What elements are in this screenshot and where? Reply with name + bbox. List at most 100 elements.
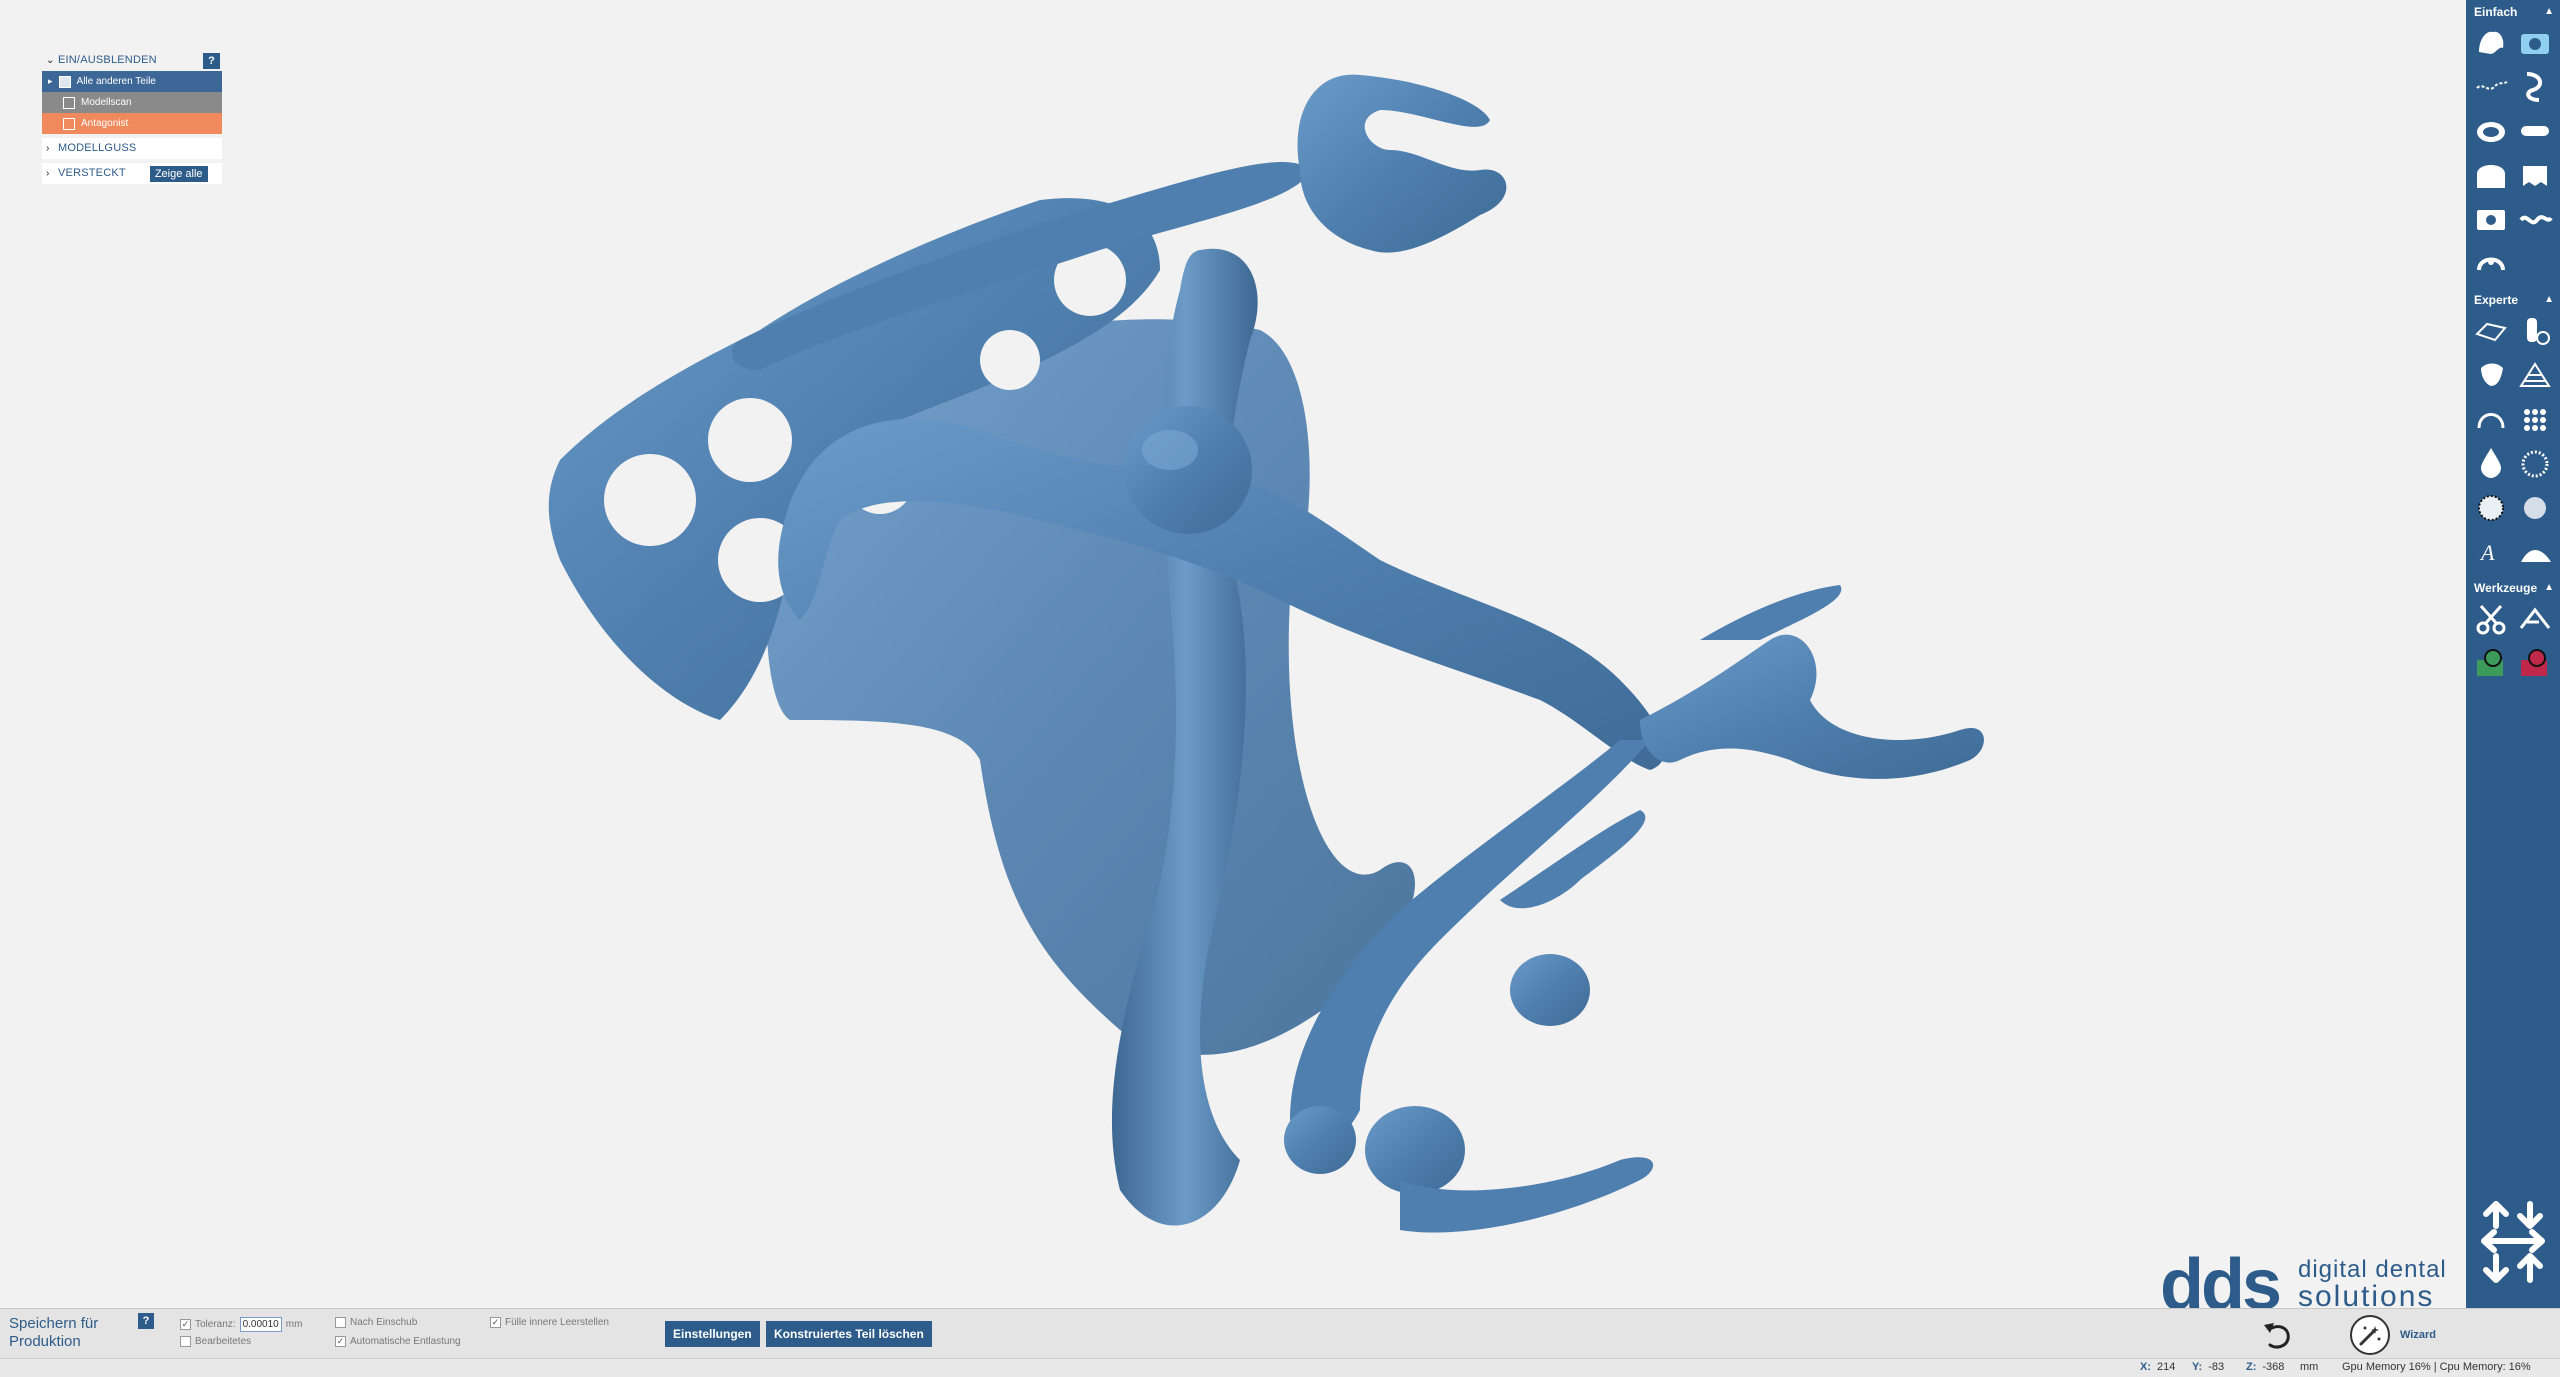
automatische-entlastung-checkbox[interactable]: ✓: [335, 1336, 346, 1347]
visibility-checkbox[interactable]: [63, 96, 75, 109]
coord-z-value: -368: [2262, 1361, 2285, 1373]
coord-x: X: 214: [2140, 1361, 2175, 1373]
panel-section-modellguss[interactable]: › MODELLGUSS: [42, 138, 222, 159]
automatische-entlastung-option[interactable]: ✓ Automatische Entlastung: [335, 1336, 461, 1347]
bottle-add-icon[interactable]: [2516, 312, 2554, 348]
arch-icon[interactable]: [2472, 156, 2510, 192]
camera-icon[interactable]: [2516, 24, 2554, 60]
wave-surface-icon[interactable]: [2516, 532, 2554, 568]
right-toolbar: Einfach ▲ Experte ▲ A Werkzeuge ▲: [2466, 0, 2560, 1308]
collapse-icon[interactable]: ▲: [2544, 576, 2554, 600]
toolbar-row: A: [2466, 532, 2560, 568]
coord-y-value: -83: [2208, 1361, 2225, 1373]
scan-icon[interactable]: [2472, 200, 2510, 236]
collapse-icon[interactable]: ▲: [2544, 288, 2554, 312]
toolbar-row: [2466, 644, 2560, 680]
toolbar-row: [2466, 68, 2560, 104]
visibility-checkbox[interactable]: [58, 75, 71, 88]
toolbar-row: [2466, 400, 2560, 436]
coord-z: Z: -368: [2246, 1361, 2284, 1373]
list-item-modellscan[interactable]: Modellscan: [42, 92, 222, 113]
chevron-right-icon: ›: [46, 143, 50, 154]
fuelle-option[interactable]: ✓ Fülle innere Leerstellen: [490, 1317, 609, 1328]
list-item-label: Antagonist: [81, 118, 129, 129]
teeth-icon[interactable]: [2516, 156, 2554, 192]
bearbeitetes-option[interactable]: Bearbeitetes: [180, 1336, 251, 1347]
panel-section-versteckt[interactable]: › VERSTECKT Zeige alle: [42, 163, 222, 184]
wave-icon[interactable]: [2516, 200, 2554, 236]
wizard-button[interactable]: Wizard: [2350, 1315, 2436, 1355]
nach-einschub-option[interactable]: Nach Einschub: [335, 1317, 417, 1328]
list-item-alle-anderen-teile[interactable]: ▸ Alle anderen Teile: [42, 71, 222, 92]
coord-x-value: 214: [2157, 1361, 2176, 1373]
dotted-sphere-icon[interactable]: [2472, 488, 2510, 524]
mesh-icon[interactable]: [2516, 356, 2554, 392]
toleranz-option[interactable]: ✓ Toleranz: 0.00010 mm: [180, 1317, 302, 1332]
panel-header-ein-ausblenden[interactable]: ⌄ EIN/AUSBLENDEN ?: [42, 50, 222, 71]
sphere-icon[interactable]: [2516, 488, 2554, 524]
jaw-icon[interactable]: [2472, 244, 2510, 280]
expand-arrow-icon[interactable]: ▸: [48, 71, 53, 92]
bearbeitetes-checkbox[interactable]: [180, 1336, 191, 1347]
collapse-icon[interactable]: ▲: [2544, 0, 2554, 24]
text-icon[interactable]: A: [2472, 532, 2510, 568]
toleranz-input[interactable]: 0.00010: [239, 1317, 282, 1332]
move-arrows-icon[interactable]: [2466, 1194, 2560, 1288]
coord-unit: mm: [2300, 1361, 2319, 1373]
toolbar-row: [2466, 600, 2560, 636]
section-label: Einfach: [2474, 5, 2518, 19]
section-label: MODELLGUSS: [58, 142, 137, 154]
palate-icon[interactable]: [2472, 112, 2510, 148]
visibility-checkbox[interactable]: [63, 117, 75, 130]
section-label: Experte: [2474, 293, 2519, 307]
toolbar-row: [2466, 112, 2560, 148]
toleranz-checkbox[interactable]: ✓: [180, 1319, 191, 1330]
line-draw-icon[interactable]: [2472, 68, 2510, 104]
nach-einschub-label: Nach Einschub: [350, 1317, 418, 1328]
memory-status: Gpu Memory 16% | Cpu Memory: 16%: [2342, 1361, 2531, 1373]
help-button[interactable]: ?: [138, 1313, 154, 1329]
automatische-entlastung-label: Automatische Entlastung: [350, 1336, 461, 1347]
toolbar-row: [2466, 356, 2560, 392]
toolbar-row: [2466, 244, 2560, 280]
list-item-label: Modellscan: [81, 97, 132, 108]
list-item-label: Alle anderen Teile: [76, 76, 156, 87]
retention-icon[interactable]: [2516, 112, 2554, 148]
delete-part-button[interactable]: Konstruiertes Teil löschen: [766, 1321, 932, 1347]
section-einfach[interactable]: Einfach ▲: [2466, 0, 2560, 24]
tooth-clasp-icon[interactable]: [2472, 24, 2510, 60]
section-experte[interactable]: Experte ▲: [2466, 288, 2560, 312]
einstellungen-button[interactable]: Einstellungen: [665, 1321, 760, 1347]
chevron-right-icon: ›: [46, 168, 50, 179]
section-werkzeuge[interactable]: Werkzeuge ▲: [2466, 576, 2560, 600]
list-item-antagonist[interactable]: Antagonist: [42, 113, 222, 134]
svg-text:A: A: [2479, 540, 2495, 565]
scissors-icon[interactable]: [2472, 600, 2510, 636]
coord-y: Y: -83: [2192, 1361, 2224, 1373]
toleranz-unit: mm: [285, 1319, 303, 1330]
smooth-icon[interactable]: [2516, 600, 2554, 636]
dds-logo: dds digital dental solutions: [2160, 1245, 2470, 1325]
tooth-icon[interactable]: [2472, 356, 2510, 392]
drop-icon[interactable]: [2472, 444, 2510, 480]
save-label: Speichern für Produktion: [9, 1315, 99, 1350]
chevron-down-icon: ⌄: [46, 55, 55, 66]
show-all-button[interactable]: Zeige alle: [149, 165, 208, 182]
help-button[interactable]: ?: [203, 52, 220, 69]
dots-grid-icon[interactable]: [2516, 400, 2554, 436]
fuelle-checkbox[interactable]: ✓: [490, 1317, 501, 1328]
undo-button[interactable]: [2258, 1319, 2298, 1353]
fuelle-label: Fülle innere Leerstellen: [505, 1317, 609, 1328]
nach-einschub-checkbox[interactable]: [335, 1317, 346, 1328]
remove-material-icon[interactable]: [2516, 644, 2554, 680]
save-for-production-button[interactable]: Speichern für Produktion: [9, 1315, 129, 1351]
arch-outline-icon[interactable]: [2472, 400, 2510, 436]
surface-icon[interactable]: [2472, 312, 2510, 348]
dotted-circle-icon[interactable]: [2516, 444, 2554, 480]
toolbar-row: [2466, 312, 2560, 348]
denture-framework-model[interactable]: [0, 0, 2466, 1308]
add-material-icon[interactable]: [2472, 644, 2510, 680]
status-bar: X: 214 Y: -83 Z: -368 mm Gpu Memory 16% | C…: [0, 1358, 2560, 1377]
3d-viewport[interactable]: [0, 0, 2466, 1308]
hook-icon[interactable]: [2516, 68, 2554, 104]
